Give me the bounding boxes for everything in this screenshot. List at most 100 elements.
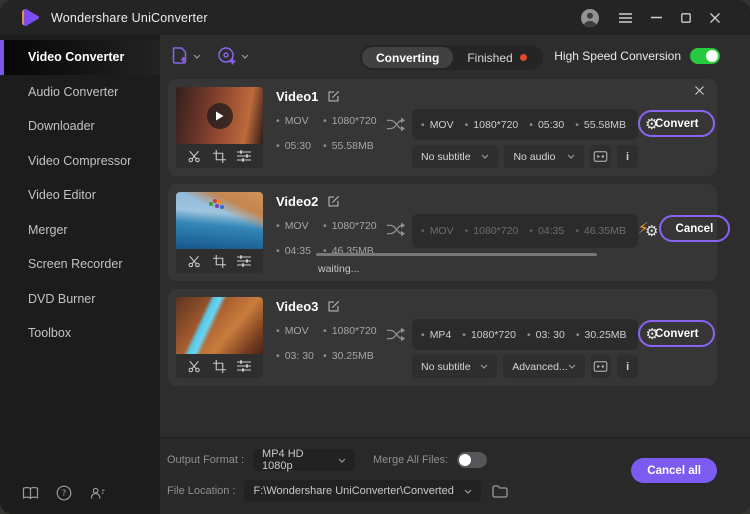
effects-icon[interactable] <box>237 360 252 372</box>
compress-icon[interactable] <box>590 355 612 378</box>
effects-icon[interactable] <box>237 255 252 267</box>
status-text: waiting... <box>318 263 360 275</box>
info-icon[interactable]: i <box>617 355 638 378</box>
video-thumbnail[interactable] <box>176 192 263 249</box>
file-location-dropdown[interactable]: F:\Wondershare UniConverter\Converted <box>244 480 481 502</box>
compress-icon[interactable] <box>589 145 611 168</box>
task-title: Video2 <box>276 194 319 209</box>
high-speed-label: High Speed Conversion <box>554 49 681 63</box>
merge-toggle[interactable] <box>457 452 488 468</box>
sidebar-item-screen-recorder[interactable]: Screen Recorder <box>0 247 160 282</box>
convert-button[interactable]: Convert <box>638 110 716 137</box>
trim-icon[interactable] <box>188 360 202 373</box>
chevron-down-icon <box>193 54 201 59</box>
source-resolution: 1080*720 <box>323 220 382 232</box>
edit-icon[interactable] <box>327 90 340 103</box>
info-icon[interactable]: i <box>616 145 638 168</box>
title-bar: Wondershare UniConverter <box>0 0 750 35</box>
edit-icon[interactable] <box>327 195 340 208</box>
task-row-video2: Video2 MOV 1080*720 04:35 46.35MB <box>168 184 731 281</box>
output-duration: 04:35 <box>529 225 564 237</box>
source-resolution: 1080*720 <box>323 115 382 127</box>
minimize-icon[interactable] <box>651 12 662 23</box>
video-thumbnail[interactable] <box>176 297 263 354</box>
remove-task-icon[interactable] <box>695 86 704 95</box>
load-dvd-button[interactable] <box>217 46 249 66</box>
sidebar-item-toolbox[interactable]: Toolbox <box>0 316 160 351</box>
source-duration: 03: 30 <box>276 350 323 362</box>
merge-all-files-label: Merge All Files: <box>373 454 449 466</box>
audio-dropdown[interactable]: Advanced... <box>503 355 585 378</box>
progress-bar <box>316 253 597 256</box>
output-size: 46.35MB <box>575 225 626 237</box>
sidebar-item-downloader[interactable]: Downloader <box>0 109 160 144</box>
sidebar: Video Converter Audio Converter Download… <box>0 35 160 514</box>
effects-icon[interactable] <box>237 150 252 162</box>
output-info-panel: MOV 1080*720 05:30 55.58MB ⚙ <box>412 109 658 140</box>
convert-button[interactable]: Convert <box>638 320 716 347</box>
output-size: 30.25MB <box>576 329 627 341</box>
subtitle-dropdown[interactable]: No subtitle <box>412 355 498 378</box>
transfer-arrows-icon <box>382 327 410 378</box>
sidebar-item-video-editor[interactable]: Video Editor <box>0 178 160 213</box>
play-icon[interactable] <box>206 102 233 129</box>
lightning-icon: ⚡ <box>638 220 649 237</box>
crop-icon[interactable] <box>212 254 226 268</box>
task-title: Video1 <box>276 89 319 104</box>
output-format: MP4 <box>421 329 452 341</box>
output-resolution: 1080*720 <box>462 329 516 341</box>
trim-icon[interactable] <box>188 150 202 163</box>
maximize-icon[interactable] <box>681 12 691 23</box>
output-format: MOV <box>421 225 454 237</box>
video-thumbnail[interactable] <box>176 87 263 144</box>
trim-icon[interactable] <box>188 255 202 268</box>
finished-badge-dot <box>519 54 527 61</box>
svg-text:?: ? <box>62 489 67 499</box>
cancel-all-button[interactable]: Cancel all <box>631 458 717 483</box>
source-size: 30.25MB <box>323 350 382 362</box>
sidebar-item-video-compressor[interactable]: Video Compressor <box>0 144 160 179</box>
help-icon[interactable]: ? <box>56 485 72 501</box>
sidebar-item-merger[interactable]: Merger <box>0 213 160 248</box>
chevron-down-icon <box>241 54 249 59</box>
source-format: MOV <box>276 325 323 337</box>
crop-icon[interactable] <box>212 359 226 373</box>
output-duration: 05:30 <box>529 119 564 131</box>
sidebar-item-audio-converter[interactable]: Audio Converter <box>0 75 160 110</box>
task-title: Video3 <box>276 299 319 314</box>
output-resolution: 1080*720 <box>465 225 518 237</box>
add-files-button[interactable] <box>170 46 201 66</box>
user-guide-book-icon[interactable] <box>22 486 39 500</box>
account-icon[interactable] <box>580 8 600 28</box>
output-format: MOV <box>421 119 454 131</box>
app-logo-icon <box>20 7 41 28</box>
output-format-dropdown[interactable]: MP4 HD 1080p <box>253 448 356 472</box>
source-resolution: 1080*720 <box>323 325 382 337</box>
footer-bar: Output Format : MP4 HD 1080p Merge All F… <box>160 437 750 514</box>
edit-icon[interactable] <box>327 300 340 313</box>
sidebar-item-video-converter[interactable]: Video Converter <box>0 40 160 75</box>
close-icon[interactable] <box>710 12 720 23</box>
task-row-video3: Video3 MOV 1080*720 03: 30 30.25MB <box>168 289 717 386</box>
cancel-button[interactable]: Cancel <box>658 215 731 242</box>
community-icon[interactable] <box>89 486 106 501</box>
transfer-arrows-icon <box>382 117 410 168</box>
folder-icon[interactable] <box>492 484 508 498</box>
source-size: 55.58MB <box>323 140 382 152</box>
output-size: 55.58MB <box>575 119 626 131</box>
transfer-arrows-icon <box>382 222 410 273</box>
source-format: MOV <box>276 115 323 127</box>
menu-icon[interactable] <box>619 12 632 23</box>
source-duration: 05:30 <box>276 140 323 152</box>
output-info-panel: MP4 1080*720 03: 30 30.25MB ⚙ <box>412 319 659 350</box>
task-list: Video1 MOV 1080*720 05:30 55.58MB <box>160 77 750 437</box>
high-speed-toggle[interactable] <box>690 48 720 64</box>
tab-finished[interactable]: Finished <box>453 47 540 68</box>
output-info-panel: MOV 1080*720 04:35 46.35MB ⚙ <box>412 214 658 248</box>
subtitle-dropdown[interactable]: No subtitle <box>412 145 499 168</box>
audio-dropdown[interactable]: No audio <box>504 145 584 168</box>
sidebar-item-dvd-burner[interactable]: DVD Burner <box>0 282 160 317</box>
tab-converting[interactable]: Converting <box>362 47 454 68</box>
output-format-label: Output Format : <box>167 454 245 466</box>
crop-icon[interactable] <box>212 149 226 163</box>
